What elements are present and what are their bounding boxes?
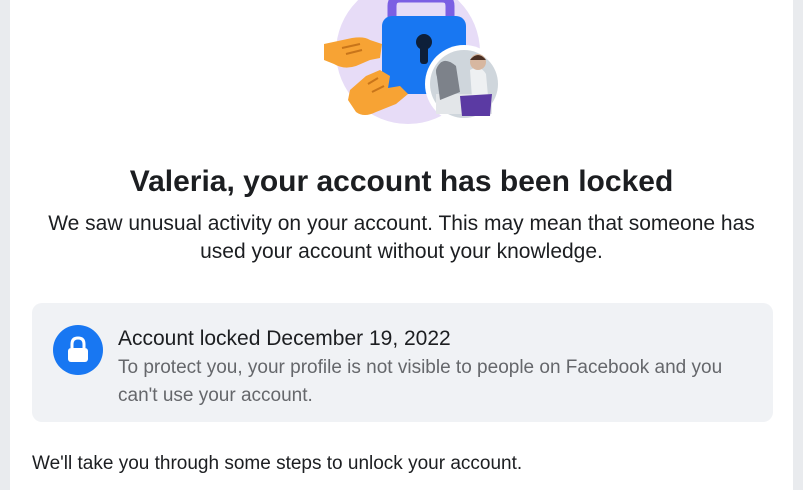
profile-avatar: [425, 45, 503, 123]
account-locked-notice: Account locked December 19, 2022 To prot…: [32, 303, 773, 422]
page-title: Valeria, your account has been locked: [129, 165, 674, 198]
lock-icon: [68, 336, 88, 362]
unlock-steps-text: We'll take you through some steps to unl…: [32, 453, 523, 474]
page-description: We saw unusual activity on your account.…: [48, 212, 755, 263]
locked-account-illustration: [310, 0, 510, 130]
lock-badge: [53, 325, 103, 375]
notice-text: To protect you, your profile is not visi…: [118, 357, 723, 406]
notice-title: Account locked December 19, 2022: [118, 327, 451, 350]
